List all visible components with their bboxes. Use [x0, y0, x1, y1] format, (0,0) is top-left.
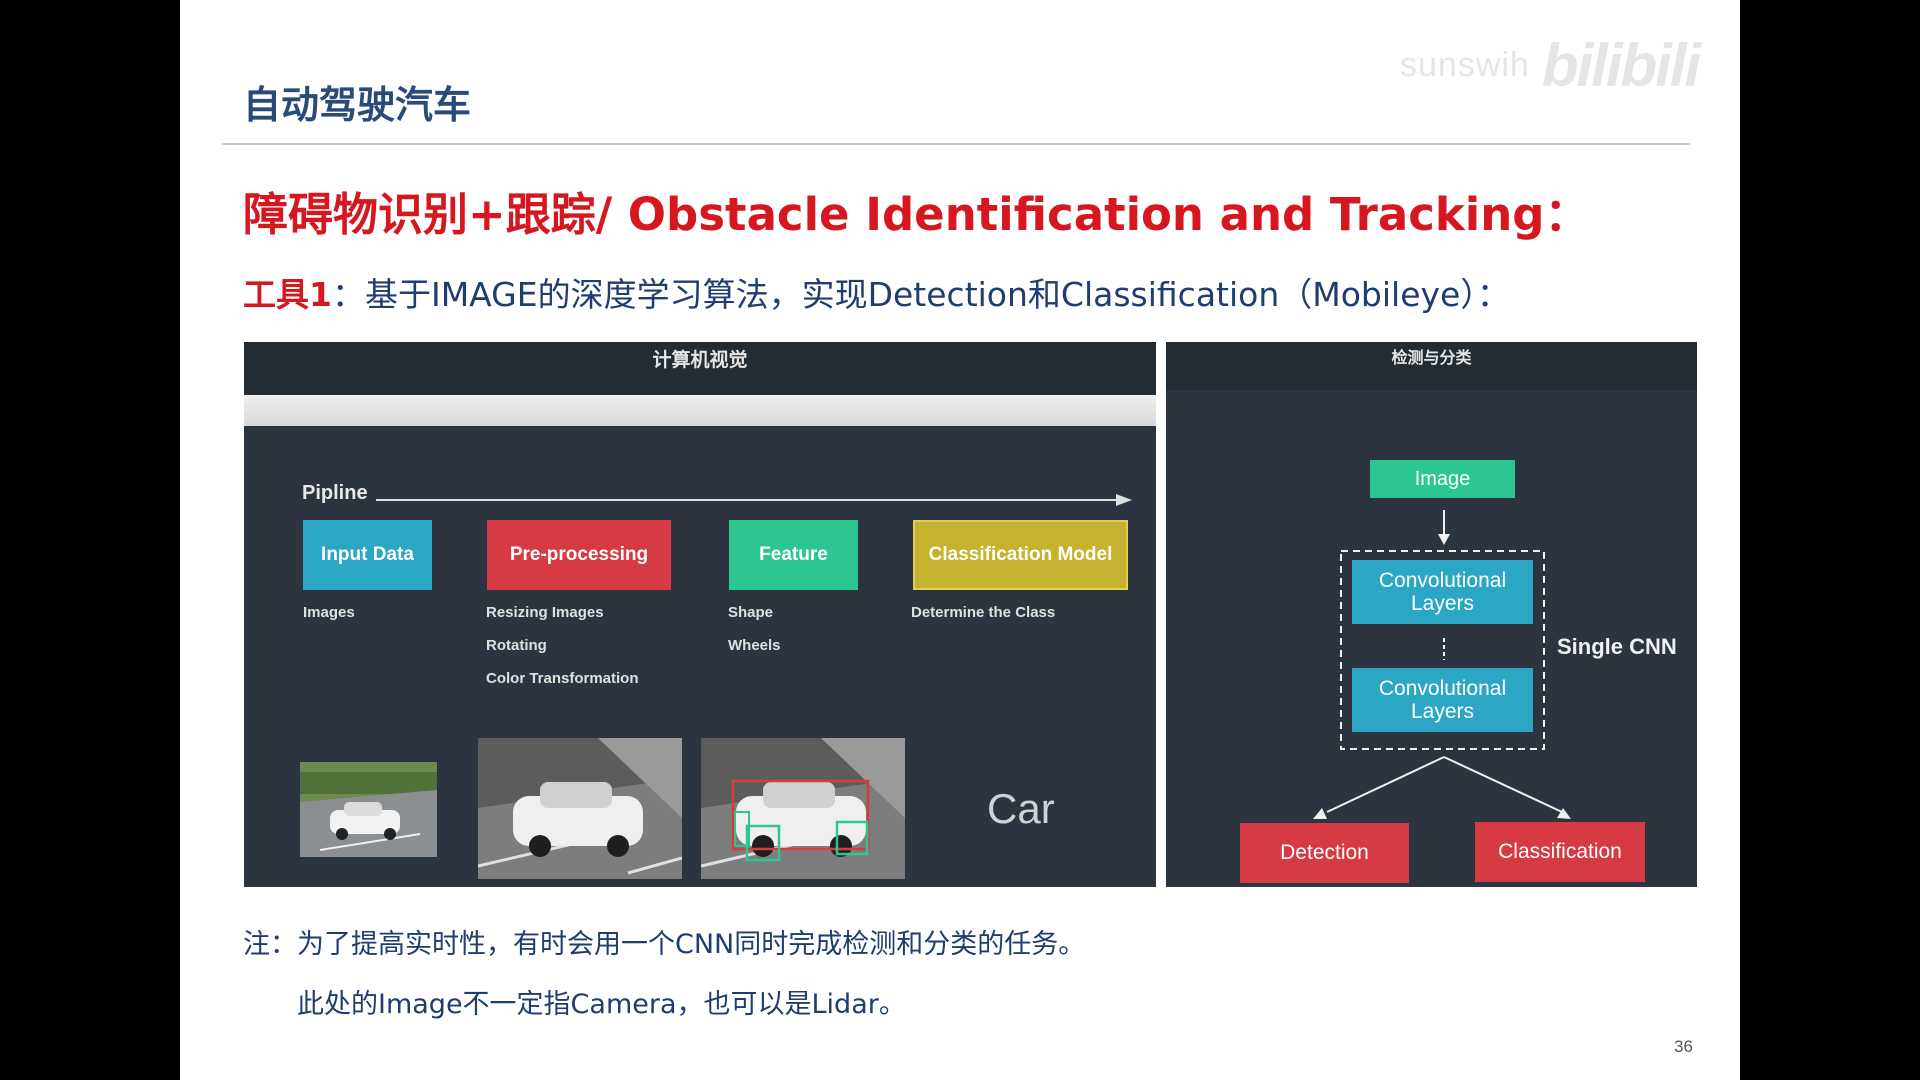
note-line-1: 注：为了提高实时性，有时会用一个CNN同时完成检测和分类的任务。 [243, 929, 1086, 960]
stage-item: Wheels [728, 637, 781, 654]
stage-item: Color Transformation [486, 670, 639, 687]
stage-item: Resizing Images [486, 604, 604, 621]
single-cnn-label: Single CNN [1557, 634, 1677, 659]
page-number: 36 [1674, 1037, 1693, 1056]
subtitle: 工具1：基于IMAGE的深度学习算法，实现Detection和Classific… [243, 268, 1510, 316]
header-divider [222, 143, 1690, 145]
tool-label: 工具1 [243, 275, 332, 314]
stage-feature: Feature [729, 520, 858, 590]
feature-items: Shape Wheels [728, 596, 781, 662]
pipline-label: Pipline [302, 482, 368, 504]
pipline-arrow-icon [376, 494, 1132, 506]
stage-item: Determine the Class [911, 604, 1056, 621]
watermark-user: sunswih [1400, 45, 1530, 84]
pre-processing-items: Resizing Images Rotating Color Transform… [486, 596, 639, 695]
stage-item: Shape [728, 604, 774, 621]
panel-strip [244, 395, 1156, 426]
slide-header: 自动驾驶汽车 [243, 83, 472, 127]
feature-detection-thumbnail [701, 738, 905, 879]
classification-items: Determine the Class [911, 596, 1055, 629]
stage-pre-processing: Pre-processing [487, 520, 671, 590]
detection-node: Detection [1240, 823, 1409, 883]
stage-classification-model: Classification Model [913, 520, 1128, 590]
input-data-items: Images [303, 596, 355, 629]
subtitle-text: ：基于IMAGE的深度学习算法，实现Detection和Classificati… [331, 275, 1510, 314]
bilibili-logo: bilibili [1541, 31, 1701, 99]
convolutional-layers-node: Convolutional Layers [1352, 668, 1533, 732]
cnn-image-node: Image [1370, 460, 1515, 498]
stage-input-data: Input Data [303, 520, 432, 590]
computer-vision-panel: 计算机视觉 Pipline Input Data Pre-processing … [244, 342, 1156, 887]
grayscale-car-thumbnail [478, 738, 682, 879]
result-class-label: Car [987, 785, 1055, 832]
car-photo-thumbnail [300, 762, 437, 857]
classification-node: Classification [1475, 822, 1645, 882]
slide-title: 障碍物识别+跟踪/ Obstacle Identification and Tr… [243, 188, 1590, 241]
stage-item: Rotating [486, 637, 547, 654]
note-line-2: 此处的Image不一定指Camera，也可以是Lidar。 [297, 989, 906, 1020]
panel-title: 计算机视觉 [652, 349, 748, 371]
detection-classification-panel: 检测与分类 Image Convolutional Layers Convolu… [1166, 342, 1697, 887]
convolutional-layers-node: Convolutional Layers [1352, 560, 1533, 624]
bilibili-watermark: sunswih bilibili [1400, 30, 1710, 100]
stage-item: Images [303, 604, 355, 621]
